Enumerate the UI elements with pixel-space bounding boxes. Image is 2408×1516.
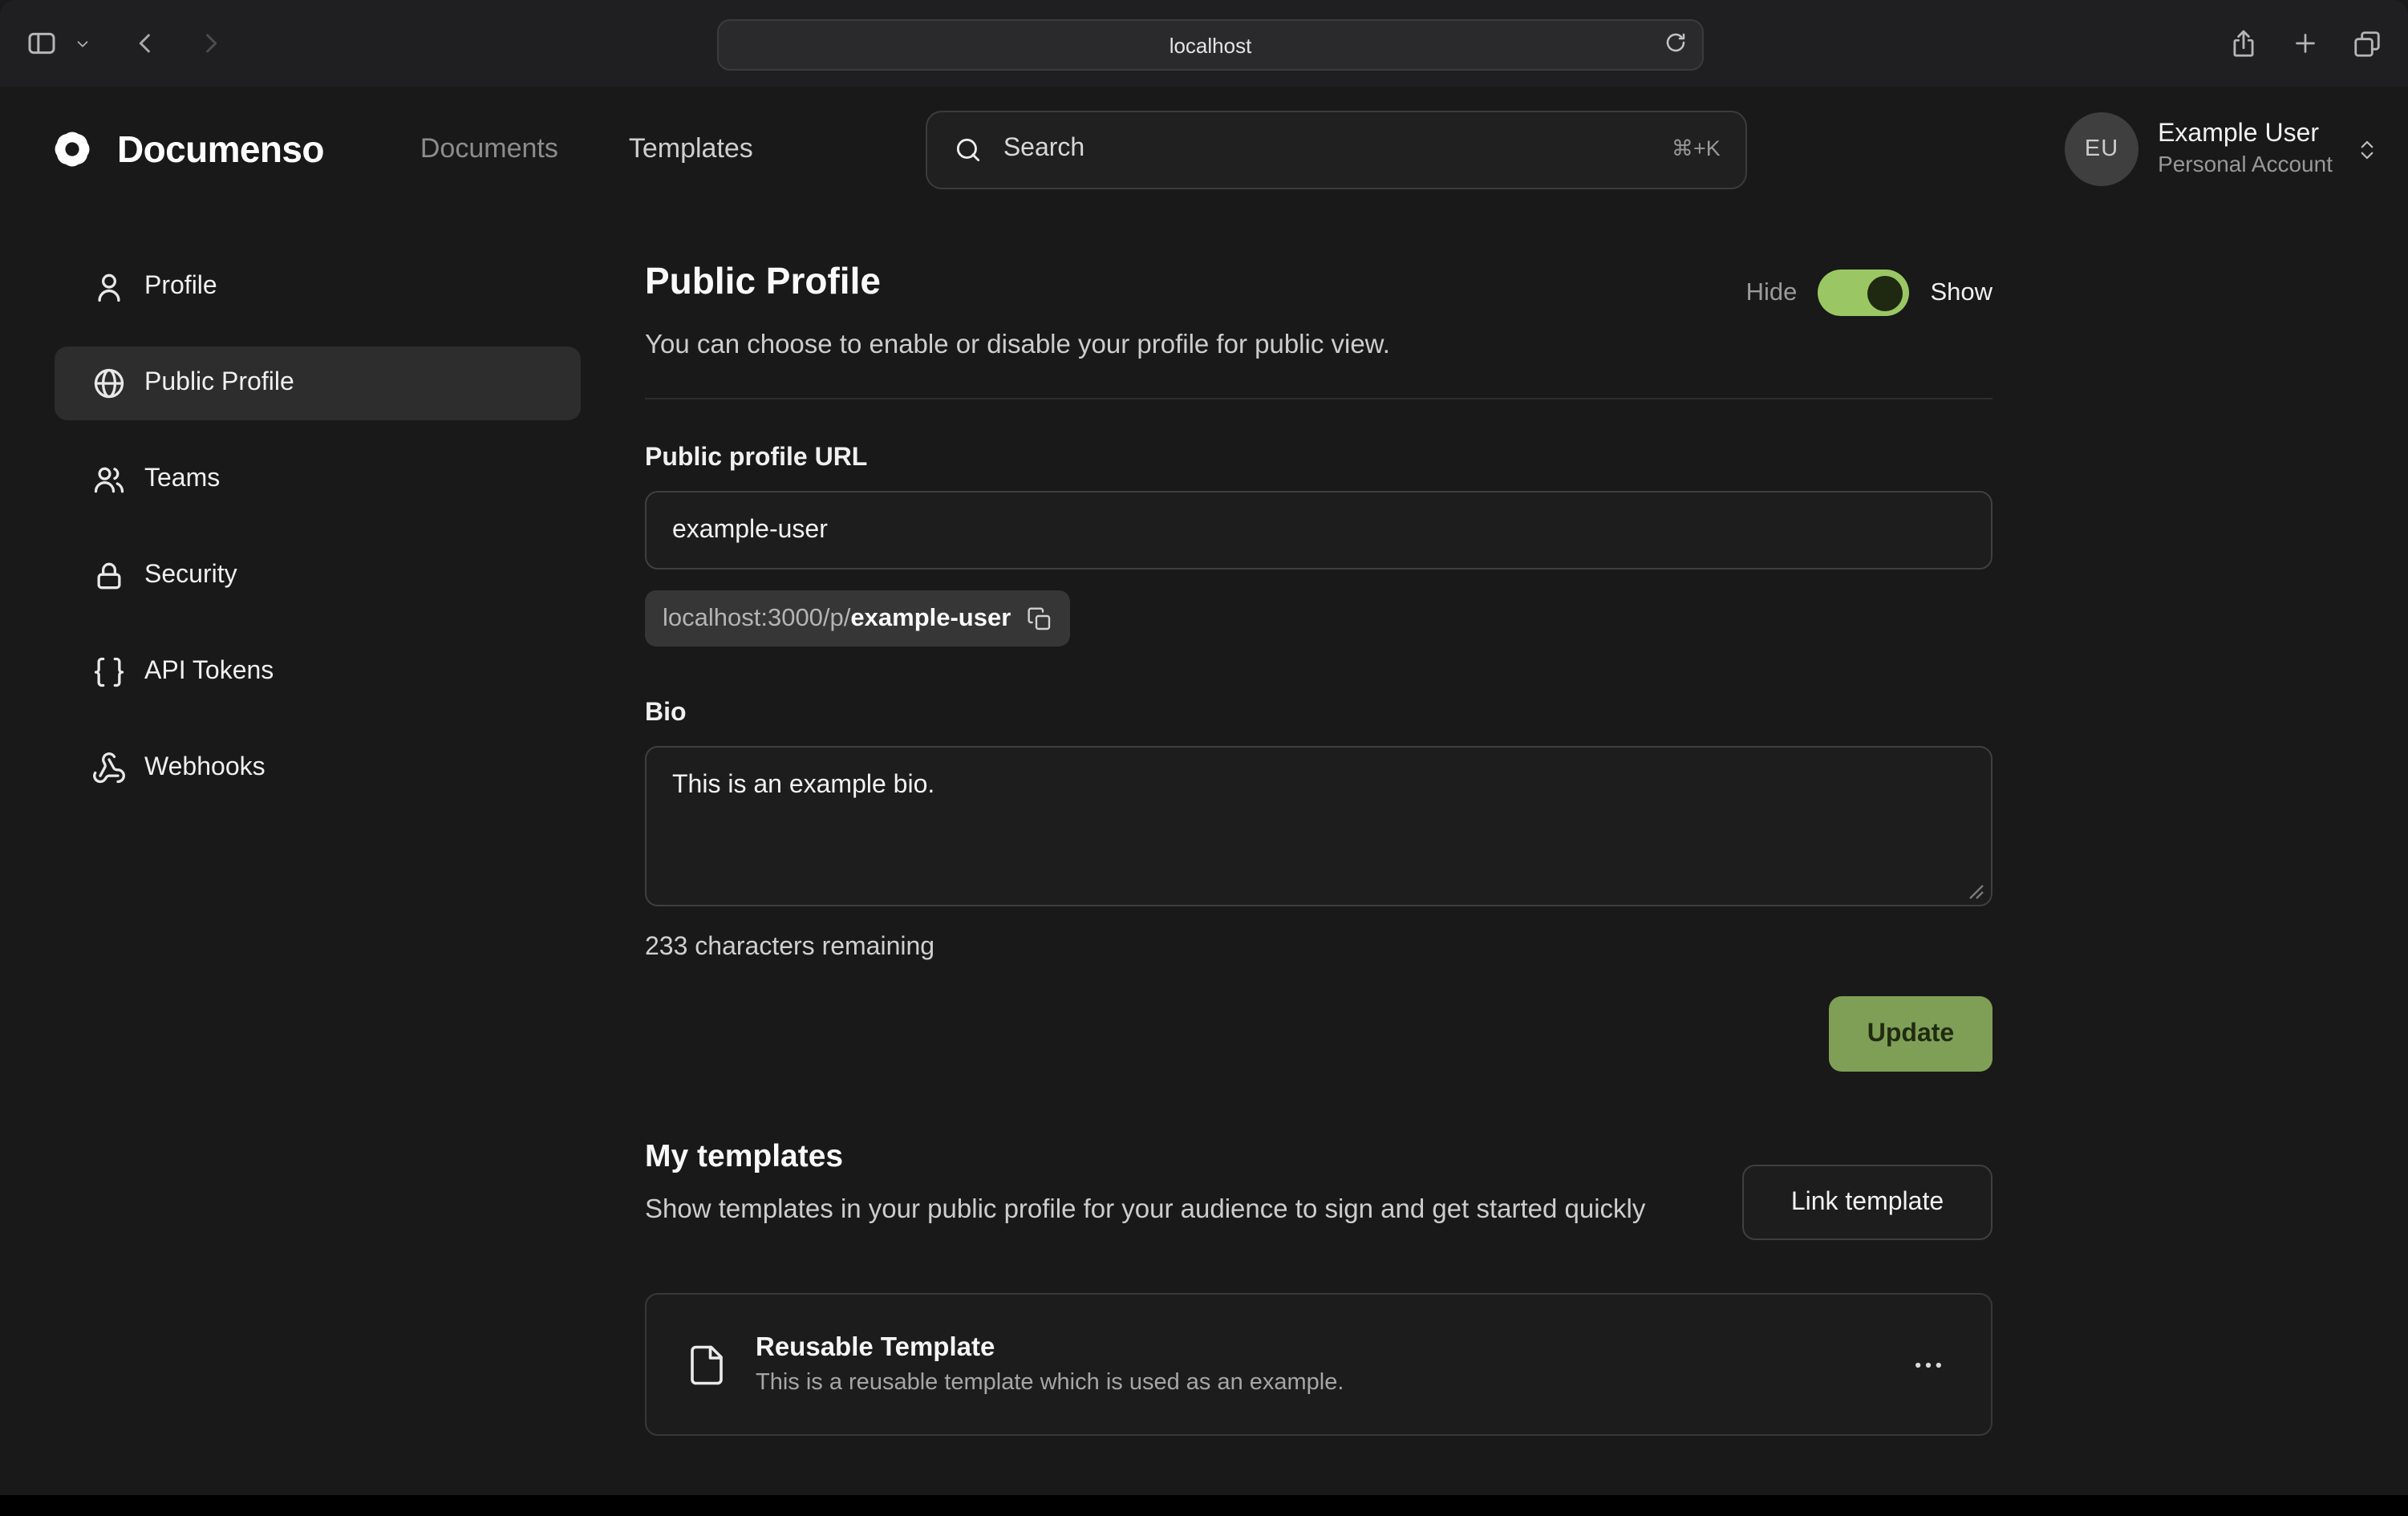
sidebar-toggle-icon[interactable] (22, 24, 61, 63)
users-icon (90, 460, 128, 499)
template-name: Reusable Template (756, 1333, 1344, 1364)
search-shortcut: ⌘+K (1672, 136, 1721, 162)
search-icon (954, 134, 984, 164)
brand-name: Documenso (117, 128, 324, 171)
chevron-down-icon[interactable] (71, 31, 95, 55)
settings-sidebar: Profile Public Profile Teams Security (55, 250, 581, 805)
user-account-type: Personal Account (2158, 152, 2333, 180)
bio-textarea[interactable]: This is an example bio. (645, 746, 1992, 906)
link-template-button[interactable]: Link template (1742, 1165, 1992, 1240)
sidebar-item-label: Teams (144, 465, 220, 494)
nav-templates[interactable]: Templates (629, 133, 753, 165)
update-button[interactable]: Update (1829, 996, 1992, 1072)
sidebar-item-api-tokens[interactable]: API Tokens (55, 635, 581, 709)
sidebar-item-public-profile[interactable]: Public Profile (55, 347, 581, 420)
visibility-control: Hide Show (1746, 270, 1992, 316)
bio-label: Bio (645, 699, 1992, 728)
ellipsis-menu-icon[interactable] (1904, 1340, 1952, 1388)
user-name: Example User (2158, 120, 2333, 152)
user-icon (90, 268, 128, 306)
toggle-knob (1867, 275, 1903, 310)
my-templates-title: My templates (645, 1139, 1645, 1176)
sidebar-item-webhooks[interactable]: Webhooks (55, 732, 581, 805)
template-list-item: Reusable Template This is a reusable tem… (645, 1293, 1992, 1436)
url-preview-prefix: localhost:3000/p/ (663, 604, 850, 631)
template-description: This is a reusable template which is use… (756, 1370, 1344, 1396)
sidebar-item-profile[interactable]: Profile (55, 250, 581, 324)
sidebar-item-security[interactable]: Security (55, 539, 581, 613)
resize-grip-icon[interactable] (1968, 884, 1984, 900)
content: Profile Public Profile Teams Security (0, 212, 2408, 1500)
back-button[interactable] (127, 24, 165, 63)
sidebar-item-label: Public Profile (144, 369, 294, 398)
braces-icon (90, 653, 128, 691)
sidebar-item-label: API Tokens (144, 658, 274, 687)
reload-icon[interactable] (1664, 30, 1688, 55)
documenso-logo-icon (48, 125, 96, 173)
copy-icon[interactable] (1027, 606, 1052, 631)
page-subtitle: You can choose to enable or disable your… (645, 330, 1992, 361)
browser-toolbar: localhost (0, 0, 2408, 87)
divider (645, 398, 1992, 399)
public-profile-url-input[interactable] (645, 491, 1992, 570)
hide-label: Hide (1746, 278, 1798, 307)
url-preview-chip[interactable]: localhost:3000/p/example-user (645, 590, 1070, 647)
forward-button[interactable] (191, 24, 229, 63)
address-bar[interactable]: localhost (717, 19, 1704, 71)
app-header: Documenso Documents Templates Search ⌘+K… (0, 87, 2408, 212)
address-bar-url: localhost (1170, 33, 1252, 57)
url-preview-slug: example-user (850, 604, 1011, 631)
user-menu[interactable]: EU Example User Personal Account (2065, 112, 2379, 186)
characters-remaining: 233 characters remaining (645, 934, 1992, 963)
brand[interactable]: Documenso (48, 125, 324, 173)
search-input[interactable]: Search ⌘+K (926, 110, 1748, 188)
avatar: EU (2065, 112, 2138, 186)
top-nav: Documents Templates (420, 133, 753, 165)
page-title: Public Profile (645, 260, 881, 303)
nav-documents[interactable]: Documents (420, 133, 558, 165)
profile-visibility-toggle[interactable] (1818, 270, 1909, 316)
new-tab-icon[interactable] (2291, 29, 2320, 58)
window-bottom-strip (0, 1495, 2408, 1516)
sidebar-item-label: Profile (144, 273, 217, 302)
chevrons-up-down-icon (2355, 137, 2379, 161)
url-field-label: Public profile URL (645, 444, 1992, 473)
my-templates-description: Show templates in your public profile fo… (645, 1190, 1645, 1231)
sidebar-item-teams[interactable]: Teams (55, 443, 581, 517)
avatar-initials: EU (2085, 136, 2118, 162)
lock-icon (90, 557, 128, 595)
public-profile-panel: Public Profile Hide Show You can choose … (645, 250, 1992, 1500)
search-placeholder: Search (1003, 135, 1652, 164)
share-icon[interactable] (2228, 28, 2259, 59)
browser-window: localhost (0, 0, 2408, 1516)
webhook-icon (90, 749, 128, 788)
file-icon (685, 1340, 728, 1388)
tab-overview-icon[interactable] (2352, 28, 2382, 59)
sidebar-item-label: Webhooks (144, 754, 266, 783)
sidebar-item-label: Security (144, 561, 237, 590)
globe-icon (90, 364, 128, 403)
show-label: Show (1930, 278, 1992, 307)
